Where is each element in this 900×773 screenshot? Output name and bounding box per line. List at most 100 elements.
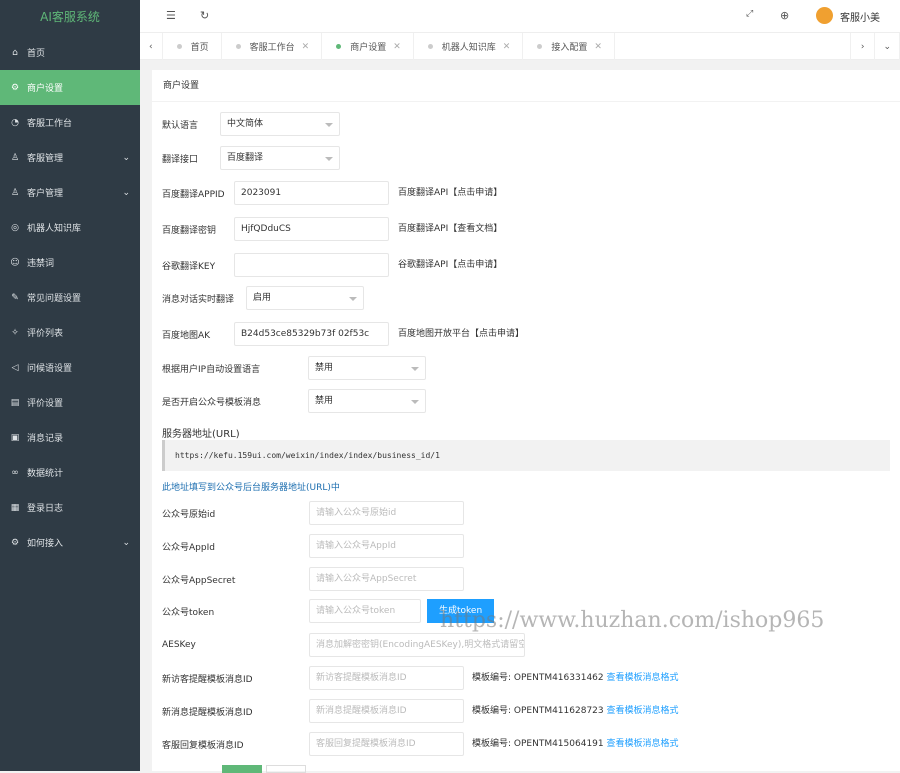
default-language-select[interactable]: 中文简体 bbox=[220, 112, 340, 136]
realtime-translate-select[interactable]: 启用 bbox=[246, 286, 364, 310]
hint-text[interactable]: 百度地图开放平台【点击申请】 bbox=[398, 329, 524, 339]
refresh-icon[interactable]: ↻ bbox=[200, 9, 209, 22]
tab-item[interactable]: 机器人知识库 ✕ bbox=[414, 33, 524, 60]
sidebar-item-label: 客服工作台 bbox=[27, 119, 73, 129]
baidu-map-ak-input[interactable]: B24d53ce85329b73f 02f53c bbox=[234, 322, 389, 346]
sidebar-item[interactable]: ⚙ 如何接入 ⌄ bbox=[0, 525, 140, 560]
hint-text[interactable]: 谷歌翻译API【点击申请】 bbox=[398, 260, 502, 270]
server-url-box: https://kefu.159ui.com/weixin/index/inde… bbox=[162, 440, 890, 471]
baidu-key-input[interactable]: HjfQDduCS bbox=[234, 217, 389, 241]
sidebar-item-label: 机器人知识库 bbox=[27, 224, 82, 234]
sidebar-item[interactable]: ▣ 消息记录 bbox=[0, 420, 140, 455]
close-icon[interactable]: ✕ bbox=[302, 42, 310, 52]
tab-label: 商户设置 bbox=[350, 43, 387, 53]
mp-secret-input[interactable]: 请输入公众号AppSecret bbox=[309, 567, 464, 591]
generate-token-button[interactable]: 生成token bbox=[427, 599, 495, 623]
tpl-visitor-input[interactable]: 新访客提醒模板消息ID bbox=[309, 666, 464, 690]
template-format-link[interactable]: 查看模板消息格式 bbox=[607, 706, 679, 716]
sidebar-item[interactable]: ♙ 客户管理 ⌄ bbox=[0, 175, 140, 210]
faq-icon: ✎ bbox=[11, 292, 19, 303]
sidebar-item[interactable]: ▤ 评价设置 bbox=[0, 385, 140, 420]
template-format-link[interactable]: 查看模板消息格式 bbox=[607, 673, 679, 683]
baidu-map-ak-label: 百度地图AK bbox=[162, 330, 211, 341]
message-icon: ▣ bbox=[10, 432, 20, 443]
sidebar-item[interactable]: ⚙ 商户设置 bbox=[0, 70, 140, 105]
hint-text[interactable]: 百度翻译API【查看文档】 bbox=[398, 224, 502, 234]
breadcrumb: 商户设置 bbox=[152, 70, 900, 102]
sidebar-item[interactable]: ✧ 评价列表 bbox=[0, 315, 140, 350]
close-icon[interactable]: ✕ bbox=[594, 42, 602, 52]
sidebar-item[interactable]: ✎ 常见问题设置 bbox=[0, 280, 140, 315]
fullscreen-icon[interactable]: ⤢ bbox=[746, 9, 753, 19]
greeting-icon: ◁ bbox=[11, 362, 19, 373]
template-format-link[interactable]: 查看模板消息格式 bbox=[607, 739, 679, 749]
mp-secret-label: 公众号AppSecret bbox=[162, 575, 236, 586]
sidebar-item[interactable]: ☺ 违禁词 bbox=[0, 245, 140, 280]
baidu-appid-hint: 百度翻译API【点击申请】 bbox=[398, 181, 502, 205]
collapse-menu-icon[interactable]: ☰ bbox=[166, 9, 176, 22]
sidebar-item-label: 评价列表 bbox=[27, 329, 64, 339]
list-icon: ✧ bbox=[11, 327, 19, 338]
tab-item[interactable]: 接入配置 ✕ bbox=[523, 33, 615, 60]
tab-bar: ‹ 首页 客服工作台 ✕ 商户设置 ✕ 机器人知识库 ✕ 接入配置 ✕ › ⌄ bbox=[140, 33, 900, 60]
sidebar-item[interactable]: ∞ 数据统计 bbox=[0, 455, 140, 490]
baidu-appid-input[interactable]: 2023091 bbox=[234, 181, 389, 205]
mp-appid-input[interactable]: 请输入公众号AppId bbox=[309, 534, 464, 558]
rating-icon: ▤ bbox=[10, 397, 20, 408]
hint-text: 模板编号: OPENTM416331462 bbox=[472, 673, 604, 683]
server-url-note: 此地址填写到公众号后台服务器地址(URL)中 bbox=[162, 482, 340, 493]
baidu-key-label: 百度翻译密钥 bbox=[162, 225, 217, 236]
tab-label: 客服工作台 bbox=[249, 43, 295, 53]
sidebar-item[interactable]: ▦ 登录日志 bbox=[0, 490, 140, 525]
tab-scroll-left[interactable]: ‹ bbox=[140, 33, 163, 60]
log-icon: ▦ bbox=[10, 502, 20, 513]
reset-button[interactable] bbox=[266, 765, 306, 773]
sidebar-item[interactable]: ◁ 问候语设置 bbox=[0, 350, 140, 385]
mp-token-input[interactable]: 请输入公众号token bbox=[309, 599, 421, 623]
home-icon: ⌂ bbox=[12, 47, 18, 58]
mp-template-select[interactable]: 禁用 bbox=[308, 389, 426, 413]
forbidden-icon: ☺ bbox=[10, 257, 20, 268]
user-name[interactable]: 客服小美 bbox=[840, 9, 880, 24]
sidebar-item[interactable]: ⌂ 首页 bbox=[0, 35, 140, 70]
tab-item[interactable]: 首页 bbox=[163, 33, 222, 60]
google-key-hint: 谷歌翻译API【点击申请】 bbox=[398, 253, 502, 277]
close-icon[interactable]: ✕ bbox=[393, 42, 401, 52]
tab-menu-chevron-icon[interactable]: ⌄ bbox=[875, 33, 900, 60]
workbench-icon: ◔ bbox=[11, 117, 19, 128]
tab-scroll-right[interactable]: › bbox=[849, 33, 876, 60]
settings-icon: ⚙ bbox=[10, 82, 20, 93]
hint-text: 模板编号: OPENTM415064191 bbox=[472, 739, 604, 749]
top-bar: ☰ ↻ ⤢ ⊕ 客服小美 bbox=[140, 0, 900, 33]
sidebar-item[interactable]: ♙ 客服管理 ⌄ bbox=[0, 140, 140, 175]
tab-status-dot bbox=[176, 44, 182, 49]
tab-item[interactable]: 商户设置 ✕ bbox=[322, 33, 414, 60]
close-icon[interactable]: ✕ bbox=[503, 42, 511, 52]
google-key-input[interactable] bbox=[234, 253, 389, 277]
avatar[interactable] bbox=[816, 7, 833, 24]
hint-text[interactable]: 百度翻译API【点击申请】 bbox=[398, 188, 502, 198]
user-icon: ♙ bbox=[10, 152, 20, 163]
tab-label: 首页 bbox=[190, 43, 209, 53]
globe-icon[interactable]: ⊕ bbox=[780, 9, 789, 22]
access-icon: ⚙ bbox=[10, 537, 20, 548]
ip-language-select[interactable]: 禁用 bbox=[308, 356, 426, 380]
realtime-translate-label: 消息对话实时翻译 bbox=[162, 294, 235, 305]
translate-api-select[interactable]: 百度翻译 bbox=[220, 146, 340, 170]
sidebar-item[interactable]: ◔ 客服工作台 bbox=[0, 105, 140, 140]
aeskey-label: AESKey bbox=[162, 640, 196, 650]
users-icon: ♙ bbox=[10, 187, 20, 198]
aeskey-input[interactable]: 消息加解密密钥(EncodingAESKey),明文格式请留空 bbox=[309, 633, 525, 657]
baidu-map-ak-hint: 百度地图开放平台【点击申请】 bbox=[398, 322, 524, 346]
merchant-settings-panel: 商户设置 默认语言 中文简体 翻译接口 百度翻译 百度翻译APPID 2023091 百度翻… bbox=[152, 70, 900, 773]
mp-origin-id-input[interactable]: 请输入公众号原始id bbox=[309, 501, 464, 525]
submit-button[interactable] bbox=[222, 765, 262, 773]
tpl-reply-input[interactable]: 客服回复提醒模板消息ID bbox=[309, 732, 464, 756]
sidebar-item-label: 评价设置 bbox=[27, 399, 64, 409]
sidebar-item-label: 登录日志 bbox=[27, 504, 64, 514]
tab-item[interactable]: 客服工作台 ✕ bbox=[222, 33, 323, 60]
tab-status-dot bbox=[235, 44, 241, 49]
mp-appid-label: 公众号AppId bbox=[162, 542, 215, 553]
sidebar-item[interactable]: ◎ 机器人知识库 bbox=[0, 210, 140, 245]
tpl-message-input[interactable]: 新消息提醒模板消息ID bbox=[309, 699, 464, 723]
